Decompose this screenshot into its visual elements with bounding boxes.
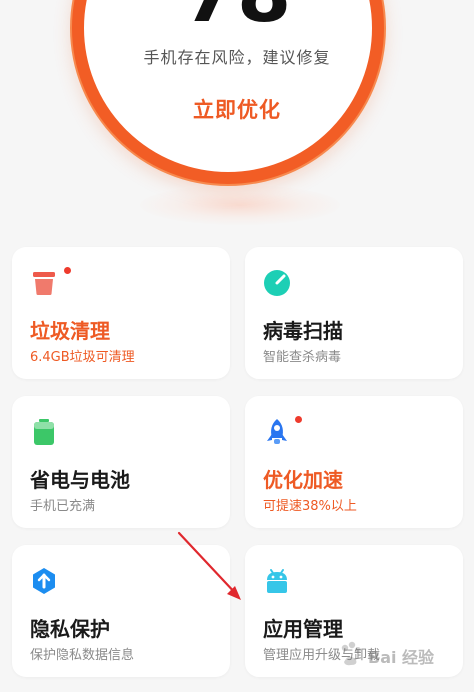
notification-badge <box>64 267 71 274</box>
android-icon <box>263 567 291 595</box>
optimize-now-button[interactable]: 立即优化 <box>168 94 306 126</box>
trash-bin-icon <box>30 269 58 297</box>
card-subtitle: 手机已充满 <box>30 499 96 514</box>
card-subtitle: 可提速38%以上 <box>263 499 357 514</box>
security-score: 78 <box>0 0 474 34</box>
rocket-icon <box>263 418 291 446</box>
battery-icon <box>30 418 58 446</box>
baidu-watermark: Bai 经验 <box>336 636 464 674</box>
paw-logo-icon <box>341 641 361 666</box>
card-optimize-speed[interactable]: 优化加速 可提速38%以上 <box>245 396 463 528</box>
card-title: 优化加速 <box>263 468 343 492</box>
card-subtitle: 智能查杀病毒 <box>263 350 342 365</box>
card-junk-cleanup[interactable]: 垃圾清理 6.4GB垃圾可清理 <box>12 247 230 379</box>
card-title: 垃圾清理 <box>30 319 110 343</box>
card-power-battery[interactable]: 省电与电池 手机已充满 <box>12 396 230 528</box>
card-subtitle: 6.4GB垃圾可清理 <box>30 350 135 365</box>
card-title: 应用管理 <box>263 617 343 641</box>
score-gauge: 78 手机存在风险，建议修复 立即优化 <box>0 0 474 240</box>
card-subtitle: 保护隐私数据信息 <box>30 648 135 663</box>
card-privacy-protection[interactable]: 隐私保护 保护隐私数据信息 <box>12 545 230 677</box>
card-title: 省电与电池 <box>30 468 130 492</box>
risk-status-text: 手机存在风险，建议修复 <box>143 48 331 67</box>
card-title: 病毒扫描 <box>263 319 343 343</box>
watermark-text: Bai 经验 <box>368 648 435 667</box>
privacy-shield-icon <box>30 567 58 595</box>
virus-scan-icon <box>263 269 291 297</box>
notification-badge <box>295 416 302 423</box>
card-title: 隐私保护 <box>30 617 110 641</box>
card-virus-scan[interactable]: 病毒扫描 智能查杀病毒 <box>245 247 463 379</box>
gauge-glow <box>140 185 340 225</box>
